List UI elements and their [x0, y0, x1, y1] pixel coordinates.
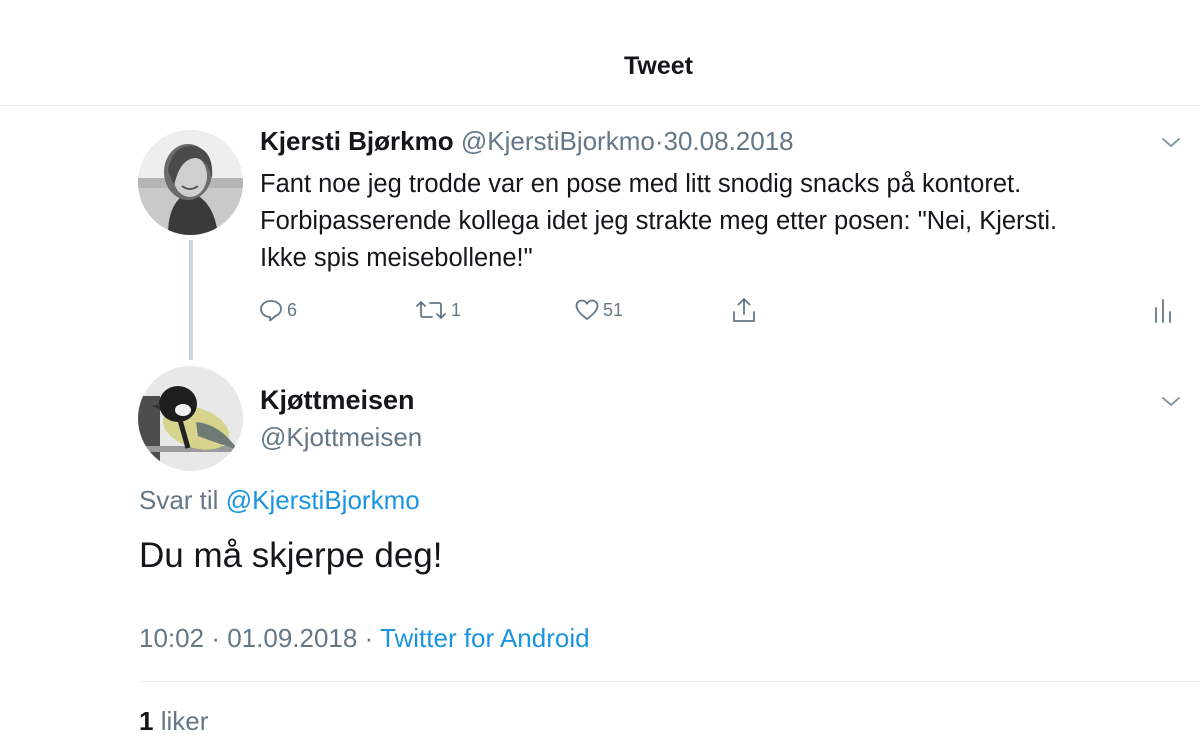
author-handle[interactable]: @Kjottmeisen — [260, 422, 422, 453]
chevron-down-icon[interactable] — [1158, 393, 1184, 411]
reply-to-label: Svar til — [139, 485, 219, 515]
source-link[interactable]: Twitter for Android — [380, 623, 590, 653]
reply-icon — [258, 297, 284, 323]
author-name[interactable]: Kjersti Bjørkmo — [260, 126, 454, 156]
page-title: Tweet — [624, 52, 693, 80]
retweet-count: 1 — [451, 299, 462, 320]
likes-summary[interactable]: 1 liker — [139, 706, 208, 737]
tweet-time: 10:02 — [139, 623, 205, 653]
reply-count: 6 — [287, 299, 298, 320]
retweet-button[interactable]: 1 — [414, 294, 461, 326]
reply-button[interactable]: 6 — [258, 294, 297, 326]
share-button[interactable] — [730, 294, 758, 326]
tweet-date: 01.09.2018 — [227, 623, 358, 653]
tweet-text-line: Forbipasserende kollega idet jeg strakte… — [260, 207, 1058, 235]
reply-to: Svar til @KjerstiBjorkmo — [139, 485, 420, 516]
avatar[interactable] — [138, 366, 243, 471]
chevron-down-icon[interactable] — [1158, 134, 1184, 152]
tweet-date[interactable]: 30.08.2018 — [664, 126, 794, 156]
likes-label: liker — [160, 706, 209, 736]
top-bar: Tweet — [0, 0, 1200, 106]
like-icon — [574, 297, 600, 323]
tweet-actions: 6 1 51 — [258, 294, 1178, 326]
tweet-meta: 10:02 · 01.09.2018 · Twitter for Android — [139, 623, 590, 654]
separator: · — [364, 623, 374, 653]
like-button[interactable]: 51 — [574, 294, 623, 326]
reply-to-link[interactable]: @KjerstiBjorkmo — [226, 485, 420, 515]
author-handle[interactable]: @KjerstiBjorkmo — [461, 126, 655, 156]
tweet-text-line: Fant noe jeg trodde var en pose med litt… — [260, 170, 1022, 198]
thread-line — [189, 240, 193, 360]
tweet-text: Fant noe jeg trodde var en pose med litt… — [260, 166, 1180, 277]
divider — [139, 681, 1200, 682]
stats-button[interactable] — [1152, 294, 1174, 326]
like-count: 51 — [603, 299, 624, 320]
tweet-header: Kjersti Bjørkmo @KjerstiBjorkmo·30.08.20… — [260, 126, 794, 157]
avatar[interactable] — [138, 130, 243, 235]
separator: · — [654, 126, 664, 156]
tweet-text-line: Ikke spis meisebollene!" — [260, 244, 533, 272]
separator: · — [211, 623, 220, 653]
retweet-icon — [414, 297, 448, 323]
author-name[interactable]: Kjøttmeisen — [260, 385, 415, 416]
likes-count: 1 — [139, 706, 154, 736]
stats-icon — [1152, 296, 1174, 324]
share-icon — [730, 296, 758, 324]
tweet-text: Du må skjerpe deg! — [139, 536, 443, 575]
